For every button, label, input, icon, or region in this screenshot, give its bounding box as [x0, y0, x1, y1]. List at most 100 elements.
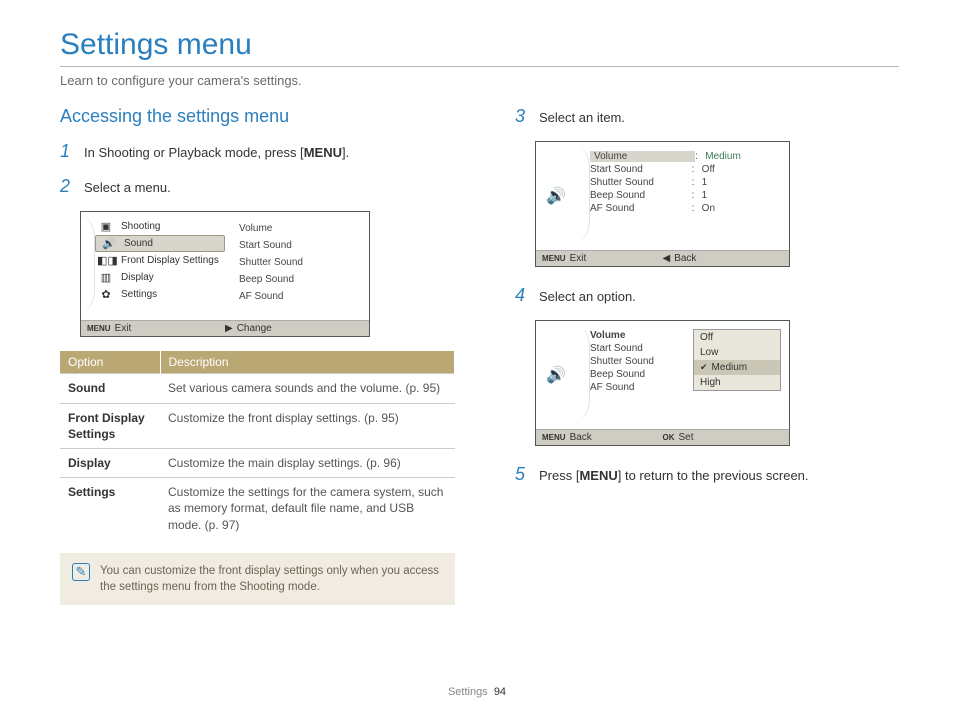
label: Medium: [712, 362, 748, 373]
value: Medium: [705, 151, 783, 162]
step-number: 5: [515, 464, 531, 485]
opt-desc: Customize the settings for the camera sy…: [160, 478, 455, 539]
footer-page-number: 94: [494, 686, 506, 698]
menu-item-settings: ✿Settings: [91, 286, 229, 303]
list-row: Beep Sound:1: [590, 189, 783, 202]
list-row: AF Sound:On: [590, 202, 783, 215]
menu-button-label: MENU: [579, 468, 617, 483]
menu-item-sound: 🔊 Sound: [95, 235, 225, 252]
th-description: Description: [160, 351, 455, 374]
value: Off: [702, 164, 783, 175]
menu-button-label: MENU: [304, 145, 342, 160]
screen-footer: MENUBack OKSet: [536, 429, 789, 445]
check-icon: ✔: [700, 362, 708, 373]
text: Press [: [539, 468, 579, 483]
popup-item: Low: [694, 345, 780, 360]
label: Shutter Sound: [590, 177, 692, 188]
step-3: 3 Select an item.: [515, 106, 899, 127]
label: Sound: [124, 238, 153, 249]
menu-item-front-display: ◧◨Front Display Settings: [91, 252, 229, 269]
label: Settings: [121, 289, 157, 300]
opt-name: Settings: [60, 478, 160, 539]
submenu-item: Beep Sound: [239, 271, 359, 288]
submenu-item: Start Sound: [239, 237, 359, 254]
right-arrow-icon: ▶: [225, 323, 233, 334]
label: Front Display Settings: [121, 255, 219, 266]
submenu-item: Shutter Sound: [239, 254, 359, 271]
footer-section: Settings: [448, 686, 488, 698]
popup-item: High: [694, 375, 780, 390]
footer-change: Change: [237, 323, 272, 334]
table-row: SettingsCustomize the settings for the c…: [60, 478, 455, 539]
value: On: [702, 203, 783, 214]
footer-back: Back: [674, 253, 696, 264]
left-arrow-icon: ◀: [663, 253, 671, 264]
step-number: 4: [515, 285, 531, 306]
left-column: Accessing the settings menu 1 In Shootin…: [60, 106, 455, 605]
step-5-text: Press [MENU] to return to the previous s…: [539, 467, 809, 485]
footer-back: Back: [570, 432, 592, 443]
speaker-icon: 🔊: [536, 142, 576, 250]
menu-right-pane: Volume Start Sound Shutter Sound Beep So…: [229, 212, 369, 320]
footer-exit: Exit: [115, 323, 132, 334]
step-5: 5 Press [MENU] to return to the previous…: [515, 464, 899, 485]
submenu-item: Volume: [239, 220, 359, 237]
note-text: You can customize the front display sett…: [100, 563, 443, 595]
screen-icon: ▥: [97, 271, 115, 284]
submenu-item: AF Sound: [239, 288, 359, 305]
section-heading: Accessing the settings menu: [60, 106, 455, 127]
opt-desc: Set various camera sounds and the volume…: [160, 374, 455, 403]
popup-item: Off: [694, 330, 780, 345]
page-subtitle: Learn to configure your camera's setting…: [60, 73, 899, 88]
menu-item-display: ▥ Display: [91, 269, 229, 286]
text: In Shooting or Playback mode, press [: [84, 145, 304, 160]
camera-screen-option: 🔊 Volume Start Sound Shutter Sound Beep …: [535, 320, 790, 446]
label: Volume: [590, 151, 695, 162]
camera-icon: ▣: [97, 220, 115, 233]
menu-tag: MENU: [542, 433, 566, 442]
list-row: Start Sound:Off: [590, 163, 783, 176]
camera-screen-item: 🔊 Volume:Medium Start Sound:Off Shutter …: [535, 141, 790, 267]
label: Beep Sound: [590, 190, 692, 201]
list-row: Volume:Medium: [590, 150, 783, 163]
note-box: ✎ You can customize the front display se…: [60, 553, 455, 605]
text: ] to return to the previous screen.: [618, 468, 809, 483]
table-row: DisplayCustomize the main display settin…: [60, 448, 455, 477]
text: ].: [342, 145, 349, 160]
label: Start Sound: [590, 164, 692, 175]
table-row: SoundSet various camera sounds and the v…: [60, 374, 455, 403]
table-row: Front Display SettingsCustomize the fron…: [60, 403, 455, 448]
value: 1: [702, 177, 783, 188]
settings-list: Volume:Medium Start Sound:Off Shutter So…: [576, 142, 789, 250]
speaker-icon: 🔊: [100, 237, 118, 250]
step-3-text: Select an item.: [539, 109, 625, 127]
menu-tag: MENU: [87, 324, 111, 333]
camera-screen-menu: ▣Shooting 🔊Sound ◧◨Front Display Setting…: [80, 211, 370, 337]
popup-item-selected: ✔ Medium: [694, 360, 780, 375]
th-option: Option: [60, 351, 160, 374]
label: AF Sound: [590, 203, 692, 214]
step-4-text: Select an option.: [539, 288, 636, 306]
speaker-icon: 🔊: [536, 321, 576, 429]
right-column: 3 Select an item. 🔊 Volume:Medium Start …: [515, 106, 899, 605]
step-2-text: Select a menu.: [84, 179, 171, 197]
footer-exit: Exit: [570, 253, 587, 264]
page-title: Settings menu: [60, 28, 899, 62]
list-row: Shutter Sound:1: [590, 176, 783, 189]
step-4: 4 Select an option.: [515, 285, 899, 306]
label: Display: [121, 272, 154, 283]
opt-name: Sound: [60, 374, 160, 403]
ok-tag: OK: [663, 433, 675, 442]
page-footer: Settings 94: [0, 686, 954, 698]
screen-footer: MENU Exit ▶ Change: [81, 320, 369, 336]
note-icon: ✎: [72, 563, 90, 581]
opt-name: Display: [60, 448, 160, 477]
step-number: 3: [515, 106, 531, 127]
title-rule: [60, 66, 899, 67]
option-popup: Off Low ✔ Medium High: [693, 329, 781, 391]
menu-tag: MENU: [542, 254, 566, 263]
menu-left-pane: ▣Shooting 🔊Sound ◧◨Front Display Setting…: [81, 212, 229, 320]
step-1-text: In Shooting or Playback mode, press [MEN…: [84, 144, 349, 162]
step-2: 2 Select a menu.: [60, 176, 455, 197]
opt-desc: Customize the main display settings. (p.…: [160, 448, 455, 477]
